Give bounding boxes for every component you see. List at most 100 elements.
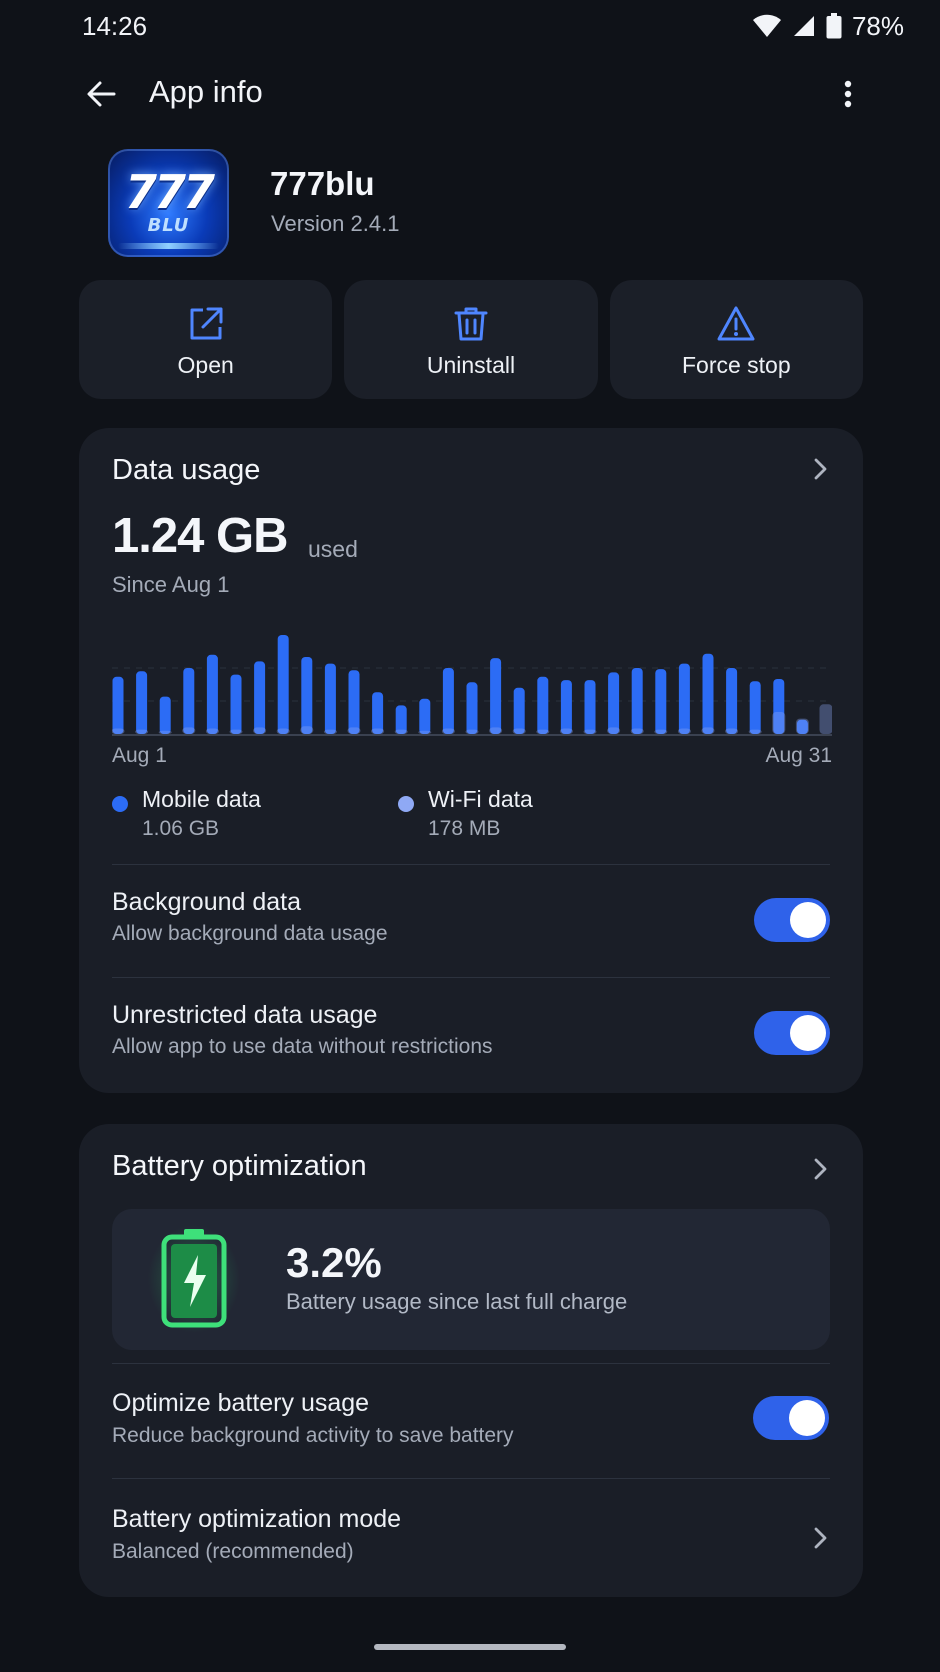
battery-optimization-card: Battery optimization 3.2% Battery usage … — [79, 1124, 863, 1597]
wifi-data-bar — [701, 727, 715, 734]
battery-mode-subtitle: Balanced (recommended) — [112, 1540, 354, 1563]
mobile-data-bar — [608, 672, 620, 734]
divider — [112, 864, 830, 865]
wifi-data-bar — [536, 729, 550, 734]
app-header: 777 BLU 777blu Version 2.4.1 — [108, 149, 868, 257]
battery-mode-title: Battery optimization mode — [112, 1505, 402, 1533]
home-indicator[interactable] — [374, 1644, 566, 1650]
wifi-data-bar — [725, 728, 739, 734]
wifi-data-bar — [512, 728, 526, 734]
mobile-data-bar — [419, 698, 431, 734]
mobile-data-bar — [159, 696, 171, 734]
battery-usage-panel: 3.2% Battery usage since last full charg… — [112, 1209, 830, 1350]
battery-usage-subtitle: Battery usage since last full charge — [286, 1289, 628, 1314]
uninstall-button[interactable]: Uninstall — [344, 280, 598, 399]
chart-end-label: Aug 31 — [765, 744, 832, 767]
status-bar: 14:26 78% — [0, 0, 940, 52]
uninstall-button-label: Uninstall — [426, 352, 516, 378]
wifi-data-bar — [489, 727, 503, 734]
mobile-data-bar — [183, 668, 195, 734]
mobile-data-bar — [537, 676, 549, 734]
toggle-knob — [790, 902, 826, 938]
more-vert-icon — [844, 80, 852, 108]
mobile-data-bar — [230, 674, 242, 734]
battery-optimization-mode-row[interactable]: Battery optimization mode Balanced (reco… — [79, 1479, 863, 1597]
wifi-data-bar — [748, 729, 762, 734]
wifi-icon — [752, 14, 781, 37]
wifi-data-bar — [795, 718, 809, 734]
wifi-data-bar — [158, 730, 172, 734]
background-data-subtitle: Allow background data usage — [112, 922, 388, 945]
app-icon-text: 777 — [124, 165, 215, 219]
toggle-knob — [789, 1400, 825, 1436]
app-name: 777blu — [270, 165, 375, 202]
divider — [112, 977, 830, 978]
wifi-data-bar — [654, 729, 668, 734]
app-icon: 777 BLU — [108, 149, 229, 257]
optimize-battery-toggle[interactable] — [753, 1396, 829, 1440]
unrestricted-data-title: Unrestricted data usage — [112, 1001, 378, 1029]
data-usage-card: Data usage 1.24 GB used Since Aug 1 Aug … — [79, 428, 863, 1093]
mobile-data-bar — [678, 663, 690, 734]
action-buttons: Open Uninstall Force stop — [79, 280, 863, 399]
open-button[interactable]: Open — [79, 280, 333, 399]
wifi-data-bar — [371, 728, 385, 734]
mobile-data-bar — [442, 668, 454, 734]
wifi-data-bar — [205, 728, 219, 734]
chevron-right-icon[interactable] — [809, 454, 831, 484]
unrestricted-data-toggle[interactable] — [754, 1011, 830, 1055]
mobile-data-bar — [560, 680, 572, 734]
wifi-data-bar — [323, 729, 337, 734]
more-options-button[interactable] — [836, 74, 860, 114]
wifi-data-bar — [253, 727, 267, 734]
app-version: Version 2.4.1 — [271, 211, 400, 236]
wifi-data-bar — [229, 729, 243, 734]
wifi-data-bar — [182, 727, 196, 734]
wifi-data-bar — [630, 728, 644, 734]
legend-wifi-value: 178 MB — [428, 817, 501, 840]
mobile-data-bar — [631, 668, 643, 734]
wifi-data-bar — [772, 712, 786, 734]
force-stop-button-label: Force stop — [681, 352, 791, 378]
legend-mobile-dot — [112, 796, 128, 812]
mobile-data-bar — [584, 680, 596, 734]
mobile-data-bar — [301, 657, 313, 734]
optimize-battery-title: Optimize battery usage — [112, 1389, 370, 1417]
battery-charging-icon — [148, 1225, 240, 1333]
status-icons: 78% — [752, 11, 904, 42]
mobile-data-bar — [112, 676, 124, 734]
back-button[interactable] — [84, 76, 124, 112]
wifi-data-bar — [441, 728, 455, 734]
legend-mobile-name: Mobile data — [142, 786, 261, 812]
mobile-data-bar — [206, 654, 218, 734]
mobile-data-bar — [372, 692, 384, 734]
wifi-data-bar — [677, 728, 691, 734]
app-icon-subtext: BLU — [147, 215, 190, 236]
chevron-right-icon — [814, 1527, 827, 1549]
wifi-data-bar — [276, 728, 290, 734]
data-usage-title: Data usage — [112, 454, 261, 486]
battery-optimization-title: Battery optimization — [112, 1150, 367, 1182]
open-button-label: Open — [177, 352, 234, 378]
legend-wifi-name: Wi-Fi data — [428, 786, 533, 812]
background-data-title: Background data — [112, 888, 302, 916]
mobile-data-bar — [702, 653, 714, 734]
mobile-data-bar — [513, 687, 525, 734]
wifi-data-bar — [465, 729, 479, 734]
mobile-data-bar — [277, 635, 289, 734]
battery-icon — [826, 13, 842, 39]
force-stop-button[interactable]: Force stop — [609, 280, 863, 399]
mobile-data-bar — [254, 661, 266, 734]
background-data-toggle[interactable] — [754, 898, 830, 942]
wifi-data-bar — [347, 727, 361, 734]
wifi-data-bar — [819, 704, 832, 734]
trash-icon — [454, 307, 488, 341]
mobile-data-bar — [655, 669, 667, 734]
battery-usage-value: 3.2% — [286, 1239, 382, 1286]
unrestricted-data-subtitle: Allow app to use data without restrictio… — [112, 1035, 493, 1058]
chevron-right-icon[interactable] — [809, 1154, 831, 1184]
divider — [112, 1363, 830, 1364]
wifi-data-bar — [135, 729, 149, 734]
toggle-knob — [790, 1015, 826, 1051]
mobile-data-bar — [136, 671, 148, 734]
